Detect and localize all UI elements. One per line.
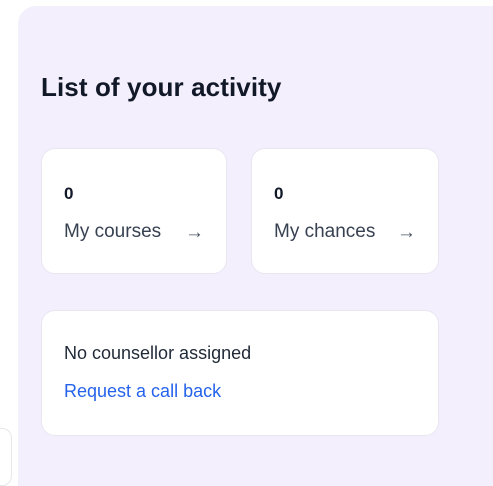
request-call-back-link[interactable]: Request a call back bbox=[64, 381, 221, 402]
chances-row: My chances → bbox=[274, 221, 416, 243]
courses-label: My courses bbox=[64, 221, 162, 242]
chances-count: 0 bbox=[274, 184, 284, 203]
my-chances-card[interactable]: 0 My chances → bbox=[251, 148, 439, 274]
counsellor-card: No counsellor assigned Request a call ba… bbox=[41, 310, 439, 436]
counsellor-status: No counsellor assigned bbox=[64, 343, 252, 363]
arrow-right-icon: → bbox=[397, 221, 416, 243]
courses-row: My courses → bbox=[64, 221, 204, 243]
side-handle bbox=[0, 428, 12, 486]
chances-label: My chances bbox=[274, 221, 376, 242]
courses-count: 0 bbox=[64, 184, 74, 203]
activity-title: List of your activity bbox=[41, 72, 282, 102]
arrow-right-icon: → bbox=[185, 221, 204, 243]
my-courses-card[interactable]: 0 My courses → bbox=[41, 148, 227, 274]
